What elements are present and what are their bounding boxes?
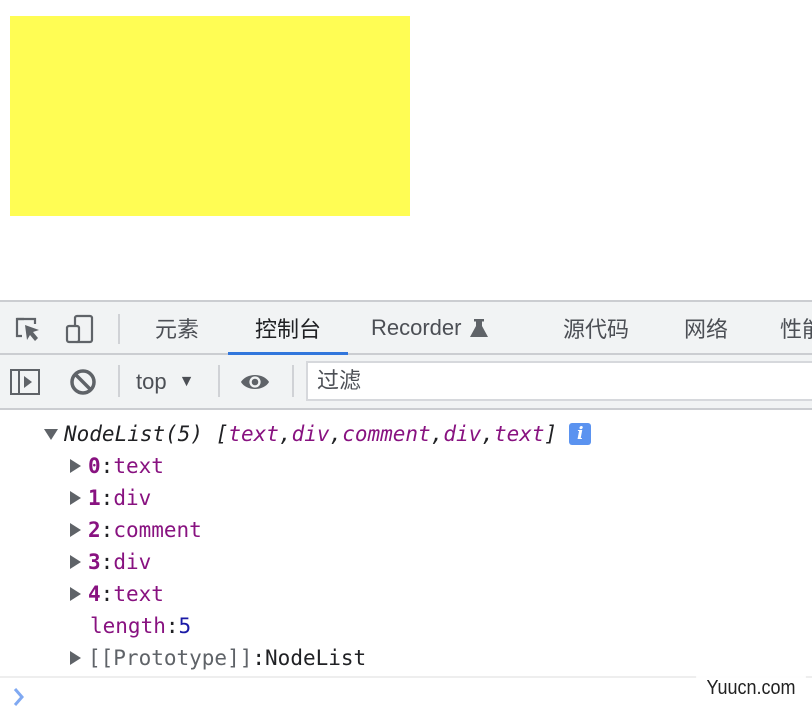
context-value: top (136, 369, 167, 394)
list-item[interactable]: 0: text (70, 450, 164, 482)
live-expression-button[interactable] (240, 367, 270, 397)
entry-value: text (113, 454, 164, 478)
collapsed-triangle-icon[interactable] (70, 651, 81, 665)
prototype-property[interactable]: [[Prototype]]: NodeList (70, 642, 366, 674)
list-item[interactable]: 4: text (70, 578, 164, 610)
devtools-tabbar: 元素 控制台 Recorder 源代码 网络 性能 (0, 300, 812, 355)
tab-label: 源代码 (563, 316, 630, 342)
preview-sep: , (430, 422, 444, 446)
entry-value: comment (113, 518, 202, 542)
tabbar-separator (118, 314, 120, 344)
device-toolbar-button[interactable] (65, 314, 95, 344)
prototype-value: NodeList (265, 646, 367, 670)
tab-elements[interactable]: 元素 (155, 302, 199, 353)
preview-sep: , (278, 422, 292, 446)
toolbar-separator (118, 365, 120, 397)
inspect-element-button[interactable] (12, 314, 42, 344)
devtools-panel: 元素 控制台 Recorder 源代码 网络 性能 (0, 300, 812, 716)
prompt-chevron-icon[interactable] (10, 685, 30, 709)
expanded-triangle-icon[interactable] (44, 428, 58, 440)
tab-sources[interactable]: 源代码 (563, 302, 629, 353)
length-key: length (90, 614, 166, 638)
entry-value: div (113, 486, 152, 510)
toggle-sidebar-button[interactable] (10, 367, 40, 397)
preview-sep: , (481, 422, 494, 446)
list-item[interactable]: 3: div (70, 546, 151, 578)
entry-key: 0 (88, 454, 101, 478)
entry-colon: : (165, 614, 179, 638)
tab-label: Recorder (371, 314, 462, 340)
entry-colon: : (100, 486, 114, 510)
context-selector[interactable]: top ▼ (136, 367, 194, 397)
tab-performance[interactable]: 性能 (780, 302, 812, 353)
nodelist-prefix: NodeList(5) [ (64, 422, 229, 446)
entry-colon: : (252, 646, 266, 670)
collapsed-triangle-icon[interactable] (70, 523, 81, 537)
clear-console-button[interactable] (68, 367, 98, 397)
collapsed-triangle-icon[interactable] (70, 459, 81, 473)
yellow-div (10, 16, 410, 216)
entry-key: 1 (88, 486, 101, 510)
length-property: length: 5 (90, 610, 191, 642)
preview-item: comment (342, 422, 431, 446)
entry-colon: : (100, 582, 114, 606)
entry-colon: : (100, 518, 114, 542)
tab-label: 控制台 (254, 316, 321, 342)
entry-colon: : (100, 454, 114, 478)
eye-icon (240, 374, 270, 390)
preview-sep: , (329, 422, 343, 446)
entry-key: 2 (88, 518, 101, 542)
entry-key: 3 (88, 550, 101, 574)
dropdown-caret-icon: ▼ (178, 373, 195, 390)
length-value: 5 (178, 614, 192, 638)
tab-console[interactable]: 控制台 (228, 302, 348, 355)
clear-block-icon (70, 369, 96, 395)
console-toolbar: top ▼ (0, 355, 812, 410)
collapsed-triangle-icon[interactable] (70, 587, 81, 601)
entry-key: 4 (88, 582, 101, 606)
prototype-key: [[Prototype]] (88, 646, 253, 670)
preview-item: text (493, 422, 545, 446)
list-item[interactable]: 2: comment (70, 514, 202, 546)
info-icon[interactable]: i (569, 423, 592, 445)
device-mode-icon (65, 314, 94, 344)
nodelist-suffix: ] (544, 422, 558, 446)
tab-label: 网络 (684, 316, 729, 342)
tab-label: 性能 (780, 316, 812, 342)
entry-value: div (113, 550, 152, 574)
sidebar-toggle-icon (10, 369, 40, 395)
collapsed-triangle-icon[interactable] (70, 555, 81, 569)
flask-icon (470, 318, 489, 337)
watermark: Yuucn.com (696, 670, 806, 706)
page-viewport (0, 0, 812, 300)
preview-item: div (291, 422, 330, 446)
filter-input[interactable] (306, 361, 812, 401)
nodelist-header[interactable]: NodeList(5) [ text, div, comment, div, t… (44, 418, 592, 450)
tab-recorder[interactable]: Recorder (371, 302, 489, 353)
toolbar-separator (292, 365, 294, 397)
entry-colon: : (100, 550, 114, 574)
tab-label: 元素 (155, 316, 200, 342)
preview-item: text (228, 422, 279, 446)
entry-value: text (113, 582, 164, 606)
toolbar-separator (218, 365, 220, 397)
list-item[interactable]: 1: div (70, 482, 151, 514)
inspect-cursor-icon (15, 317, 39, 341)
tab-network[interactable]: 网络 (684, 302, 728, 353)
collapsed-triangle-icon[interactable] (70, 491, 81, 505)
preview-item: div (443, 422, 482, 446)
console-prompt-divider (0, 676, 812, 678)
